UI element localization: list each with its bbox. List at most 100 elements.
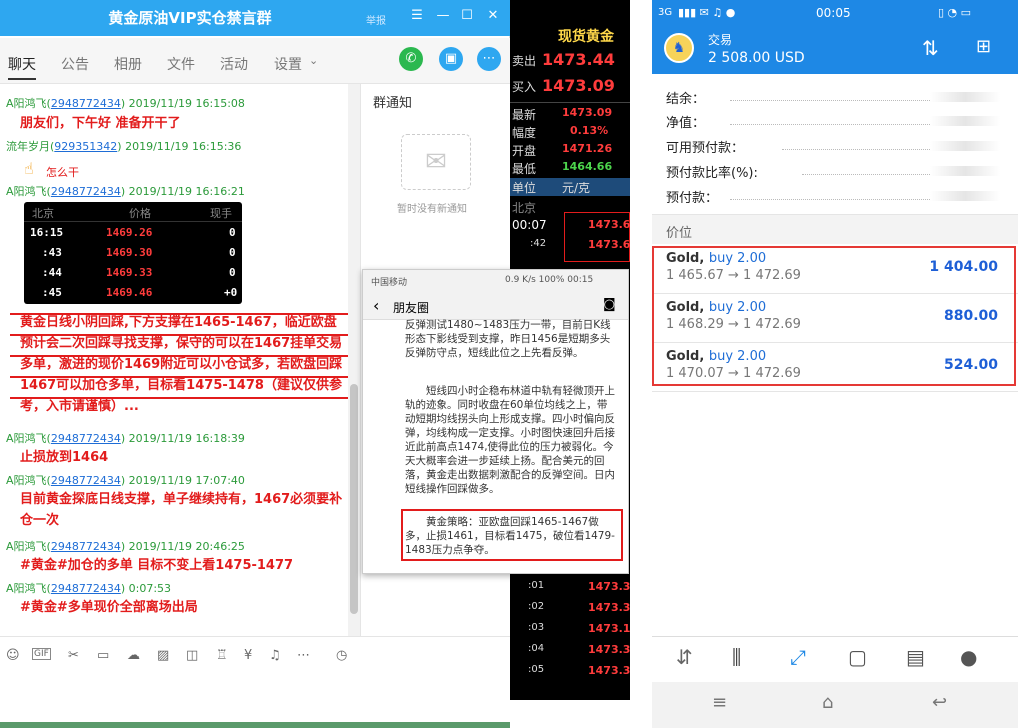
underline-mark: [10, 397, 352, 399]
balance-display: 2 508.00 USD: [708, 50, 805, 66]
masked-value: [930, 116, 1000, 126]
tab-files[interactable]: 文件: [167, 54, 195, 74]
moments-title: 朋友圈: [393, 301, 430, 315]
android-nav-bar: ≡ ⌂ ↩: [652, 682, 1018, 728]
post-paragraph: 反弹测试1480~1483压力一带，目前日K线形态下影线受到支撑，昨日1456是…: [405, 319, 611, 359]
message-text: #黄金#多单现价全部离场出局: [20, 600, 198, 615]
message-text: 目前黄金探底日线支撑，单子继续持有，1467必须要补仓一次: [20, 492, 343, 528]
qq-number-link[interactable]: 2948772434: [51, 97, 121, 110]
gif-icon[interactable]: GIF: [32, 648, 51, 660]
table-row: 16:15 1469.26 0: [30, 226, 236, 239]
history-icon[interactable]: ◷: [336, 648, 347, 663]
qq-number-link[interactable]: 929351342: [54, 140, 117, 153]
analysis-message-text: 黄金日线小阴回踩,下方支撑在1465-1467，临近欧盘预计会二次回踩寻找支撑，…: [20, 315, 343, 414]
more-icon[interactable]: ⋯: [477, 47, 501, 71]
chart-nav-icon[interactable]: ⫼: [732, 645, 741, 669]
empty-notice-icon: ✉: [401, 134, 471, 190]
message-header: 流年岁月(929351342) 2019/11/19 16:15:36: [6, 140, 242, 153]
folder-icon[interactable]: ▭: [97, 648, 109, 663]
message-text: 止损放到1464: [20, 450, 109, 465]
maximize-icon[interactable]: ☐: [458, 8, 476, 23]
moments-screenshot: 中国移动 0.9 K/s 100% 00:15 ‹ 朋友圈 ◙ 反弹测试1480…: [362, 269, 629, 574]
scrollbar-thumb[interactable]: [350, 384, 358, 614]
account-field-label: 预付款比率(%):: [666, 166, 758, 181]
screen-title: 交易: [708, 33, 733, 47]
table-row: :44 1469.33 0: [42, 266, 236, 279]
camera-icon[interactable]: ◙: [603, 297, 616, 312]
back-icon[interactable]: ‹: [373, 296, 379, 315]
tab-activity[interactable]: 活动: [220, 54, 248, 74]
masked-value: [930, 166, 1000, 176]
quote-row: 最低 1464.66: [512, 160, 613, 176]
tick-row: 00:07 1473.6: [512, 218, 630, 232]
message-header: A阳鸿飞(2948772434) 2019/11/19 16:15:08: [6, 97, 245, 110]
sort-icon[interactable]: ⇅: [922, 36, 939, 60]
quotes-nav-icon[interactable]: ⇵: [676, 645, 693, 669]
table-row: :45 1469.46 +0: [42, 286, 238, 299]
separator: [630, 0, 652, 728]
message-input[interactable]: [0, 676, 510, 722]
qq-tab-bar: 聊天 公告 相册 文件 活动 设置 ⌄ ✆ ▣ ⋯: [0, 38, 510, 84]
message-text: 朋友们，下午好 准备开干了: [20, 116, 181, 131]
home-icon[interactable]: ⌂: [822, 692, 833, 713]
emoji-icon[interactable]: ☺: [6, 648, 20, 663]
qq-number-link[interactable]: 2948772434: [51, 185, 121, 198]
moments-header: ‹ 朋友圈 ◙: [363, 292, 628, 320]
qq-number-link[interactable]: 2948772434: [51, 474, 121, 487]
tick-row: :05 1473.3: [528, 664, 630, 677]
underline-mark: [10, 376, 352, 378]
menu-icon[interactable]: ☰: [408, 8, 426, 23]
message-header: A阳鸿飞(2948772434) 2019/11/19 20:46:25: [6, 540, 245, 553]
bell-icon[interactable]: ♫: [269, 648, 281, 663]
positions-highlight-box: [652, 246, 1016, 386]
minimize-icon[interactable]: —: [434, 8, 452, 23]
new-order-icon[interactable]: ⊞: [976, 36, 991, 57]
news-nav-icon[interactable]: ▤: [906, 645, 925, 669]
column-header: 价格: [129, 207, 151, 220]
image-icon[interactable]: ▨: [157, 648, 169, 663]
message-header: A阳鸿飞(2948772434) 2019/11/19 16:16:21: [6, 185, 245, 198]
chevron-down-icon[interactable]: ⌄: [309, 54, 318, 67]
messages-nav-icon[interactable]: ●: [960, 645, 977, 669]
tab-settings[interactable]: 设置: [274, 54, 302, 74]
phone-icon[interactable]: ✆: [399, 47, 423, 71]
scissors-icon[interactable]: ✂: [68, 648, 79, 663]
gift-icon[interactable]: ♖: [216, 648, 228, 663]
qq-number-link[interactable]: 2948772434: [51, 582, 121, 595]
quote-table-image[interactable]: 北京 价格 现手 16:15 1469.26 0 :43 1469.30 0 :…: [24, 202, 242, 304]
mt4-logo-icon[interactable]: ♞: [664, 33, 694, 63]
phone-status-bar: 中国移动 0.9 K/s 100% 00:15: [363, 270, 628, 292]
screen-share-icon[interactable]: ▣: [439, 47, 463, 71]
section-header: 价位: [652, 214, 1018, 244]
account-field-label: 净值：: [666, 116, 706, 131]
account-field-label: 可用预付款：: [666, 141, 745, 156]
qq-number-link[interactable]: 2948772434: [51, 540, 121, 553]
tab-chat[interactable]: 聊天: [8, 54, 36, 80]
yen-icon[interactable]: ¥: [244, 648, 252, 663]
chat-scrollbar[interactable]: [348, 84, 360, 636]
tab-announcement[interactable]: 公告: [61, 54, 89, 74]
tick-row: :04 1473.3: [528, 643, 630, 656]
more-tools-icon[interactable]: ⋯: [297, 648, 310, 663]
menu-icon[interactable]: ≡: [712, 692, 727, 713]
back-icon[interactable]: ↩: [932, 692, 947, 713]
red-packet-icon[interactable]: ◫: [186, 648, 198, 663]
chat-area: A阳鸿飞(2948772434) 2019/11/19 16:15:08 朋友们…: [0, 84, 360, 636]
column-header: 北京: [32, 207, 54, 220]
close-icon[interactable]: ✕: [484, 8, 502, 23]
qq-number-link[interactable]: 2948772434: [51, 432, 121, 445]
post-paragraph: 短线四小时企稳布林道中轨有轻微顶开上轨的迹象。同时收盘在60单位均线之上，带动短…: [405, 385, 615, 495]
account-field-label: 预付款：: [666, 191, 719, 206]
trade-header-bar: ♞ 交易 2 508.00 USD ⇅ ⊞: [652, 28, 1018, 74]
mt4-trade-screen: 3G ▮▮▮ ✉ ♫ ● 00:05 ▯ ◔ ▭ ♞ 交易 2 508.00 U…: [652, 0, 1018, 728]
report-link[interactable]: 举报: [366, 12, 386, 27]
tick-row: :03 1473.1: [528, 622, 630, 635]
tab-album[interactable]: 相册: [114, 54, 142, 74]
account-field-label: 结余：: [666, 92, 706, 107]
cloud-file-icon[interactable]: ☁: [127, 648, 140, 663]
trade-nav-icon[interactable]: ⤢: [790, 645, 806, 669]
message-header: A阳鸿飞(2948772434) 2019/11/19 16:18:39: [6, 432, 245, 445]
taskbar-edge: [0, 722, 510, 728]
history-nav-icon[interactable]: ▢: [848, 645, 867, 669]
quote-title: 现货黄金: [558, 29, 614, 45]
